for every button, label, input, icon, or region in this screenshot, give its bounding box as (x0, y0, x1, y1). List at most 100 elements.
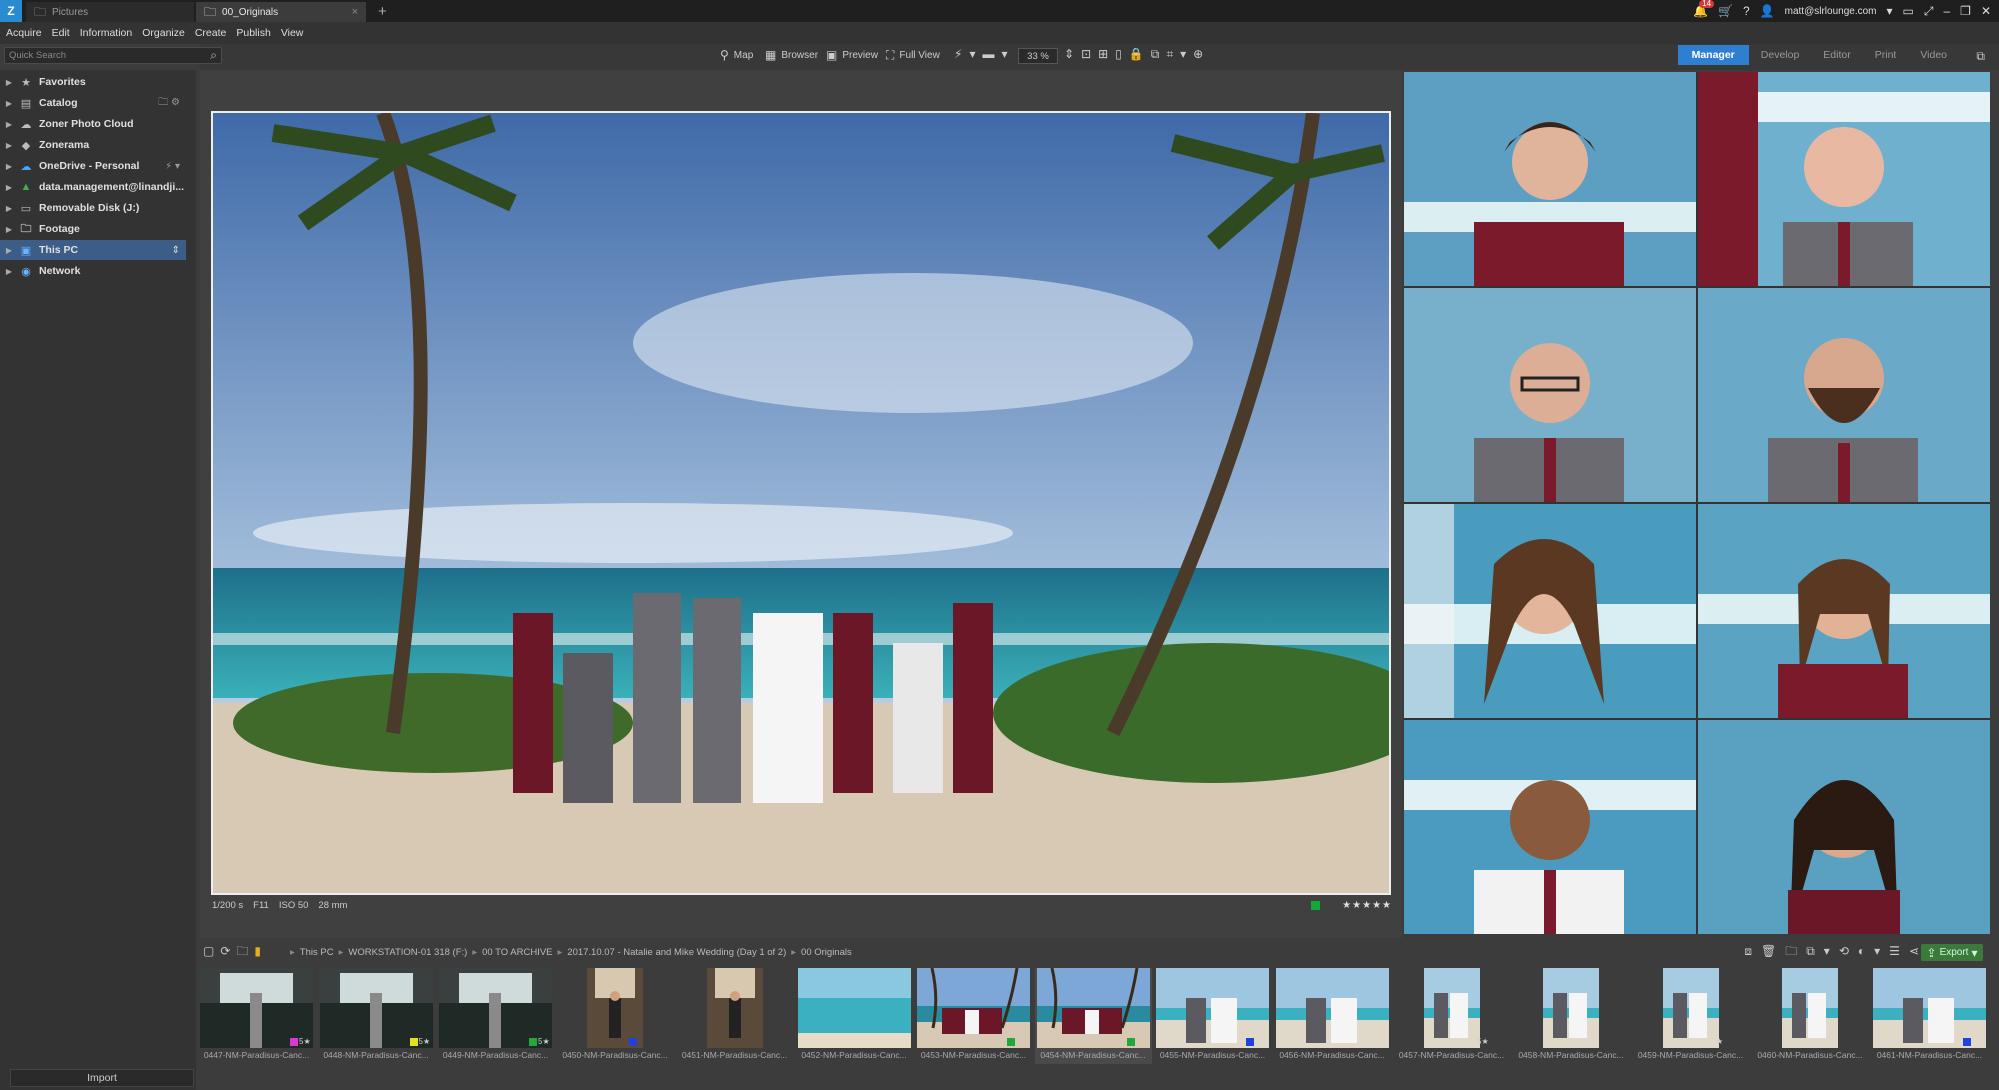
stepper-icon[interactable]: ⇕ (1064, 48, 1074, 60)
color-label[interactable] (409, 1038, 418, 1046)
filmstrip-thumbnail[interactable]: 0451-NM-Paradisus-Canc... (676, 968, 793, 1064)
sidebar-item-removable-disk[interactable]: ▶ ▭ Removable Disk (J:) (0, 198, 186, 218)
bookmark-icon[interactable]: ▮ (254, 945, 261, 957)
chevron-down-icon[interactable]: ▾ (1887, 5, 1893, 17)
sidebar-item-google-drive[interactable]: ▶ ▲ data.management@linandji... (0, 177, 186, 197)
sidebar-item-zoner-photo-cloud[interactable]: ▶ ☁ Zoner Photo Cloud (0, 114, 186, 134)
filmstrip-thumbnail[interactable]: 5★ 0457-NM-Paradisus-Canc... (1393, 968, 1510, 1064)
portrait-cell[interactable] (1698, 72, 1990, 286)
chevron-down-icon[interactable]: ▾ (1001, 48, 1007, 60)
flash-icon[interactable]: ⚡ (954, 48, 962, 60)
actual-size-icon[interactable]: ⊡ (1081, 48, 1091, 60)
star-rating[interactable]: 5★ (419, 1037, 431, 1046)
catalog-settings-icon[interactable]: 🗀 ⚙ (158, 95, 180, 112)
portrait-cell[interactable] (1698, 504, 1990, 718)
help-icon[interactable]: ? (1743, 5, 1750, 17)
mode-manager[interactable]: Manager (1677, 45, 1749, 65)
expand-icon[interactable]: ▶ (0, 162, 18, 171)
fit-icon[interactable]: ⊞ (1098, 48, 1108, 60)
breadcrumb-item[interactable]: 2017.10.07 - Natalie and Mike Wedding (D… (567, 947, 786, 958)
filmstrip-thumbnail[interactable]: 0458-NM-Paradisus-Canc... (1513, 968, 1630, 1064)
filmstrip-thumbnail[interactable]: 0460-NM-Paradisus-Canc... (1752, 968, 1869, 1064)
filmstrip-thumbnail[interactable]: 0450-NM-Paradisus-Canc... (557, 968, 674, 1064)
quick-search-input[interactable]: Quick Search ⌕ (4, 47, 222, 64)
mode-editor[interactable]: Editor (1811, 45, 1862, 65)
crop-icon[interactable]: ⌗ (1166, 48, 1173, 60)
mode-print[interactable]: Print (1863, 45, 1909, 65)
filter-icon[interactable]: ◐ (1858, 945, 1865, 957)
filmstrip-thumbnail[interactable]: 0455-NM-Paradisus-Canc... (1154, 968, 1271, 1064)
hdr-icon[interactable]: ▬ (982, 48, 994, 60)
sidebar-item-footage[interactable]: ▶ 🗀 Footage (0, 219, 186, 239)
filmstrip-thumbnail[interactable]: 0456-NM-Paradisus-Canc... (1274, 968, 1391, 1064)
folder-icon[interactable]: 🗀 (236, 945, 248, 957)
tab-pictures[interactable]: 🗀 Pictures (26, 2, 194, 22)
monitor-icon[interactable]: ▭ (1903, 5, 1914, 17)
expand-icon[interactable]: ▶ (0, 267, 18, 276)
copy-icon[interactable]: ⧉ (1806, 945, 1815, 957)
filmstrip-thumbnail[interactable]: 0453-NM-Paradisus-Canc... (915, 968, 1032, 1064)
gps-icon[interactable]: ⊕ (1193, 48, 1203, 60)
delete-icon[interactable]: 🗑 (1761, 945, 1776, 957)
portrait-cell[interactable] (1698, 288, 1990, 502)
preview-button[interactable]: ▣ Preview (826, 49, 878, 61)
breadcrumb-item[interactable]: WORKSTATION-01 318 (F:) (348, 947, 467, 958)
full-view-button[interactable]: ⛶ Full View (886, 49, 940, 61)
star-rating[interactable]: ★ (1716, 1037, 1723, 1046)
sidebar-item-catalog[interactable]: ▶ ▤ Catalog 🗀 ⚙ (0, 93, 186, 113)
sidebar-item-onedrive[interactable]: ▶ ☁ OneDrive - Personal ⚡ ▾ (0, 156, 186, 176)
expand-icon[interactable]: ▶ (0, 120, 18, 129)
filmstrip-thumbnail[interactable]: 5★ 0448-NM-Paradisus-Canc... (318, 968, 435, 1064)
menu-information[interactable]: Information (80, 27, 133, 39)
tab-originals[interactable]: 🗀 00_Originals × (196, 2, 366, 22)
user-icon[interactable]: 👤 (1760, 5, 1775, 17)
menu-view[interactable]: View (281, 27, 304, 39)
compare-icon[interactable]: ⧉ (1151, 48, 1160, 60)
chevron-down-icon[interactable]: ▾ (1874, 945, 1880, 957)
color-label[interactable] (1126, 1038, 1135, 1046)
expand-icon[interactable]: ▶ (0, 204, 18, 213)
expand-icon[interactable]: ▶ (0, 246, 18, 255)
expand-icon[interactable]: ▶ (0, 225, 18, 234)
restore-icon[interactable]: ❐ (1960, 5, 1971, 17)
menu-publish[interactable]: Publish (236, 27, 270, 39)
color-label[interactable] (628, 1038, 637, 1046)
list-view-icon[interactable]: ☰ (1889, 945, 1900, 957)
filmstrip-thumbnail[interactable]: 5★ 0447-NM-Paradisus-Canc... (198, 968, 315, 1064)
slideshow-icon[interactable]: ⧈ (1744, 945, 1752, 957)
chevron-down-icon[interactable]: ▾ (969, 48, 975, 60)
color-label[interactable] (1007, 1038, 1015, 1046)
sort-icon[interactable]: ⇕ (172, 245, 180, 256)
color-label[interactable] (290, 1038, 298, 1046)
portrait-cell[interactable] (1404, 720, 1696, 934)
popout-icon[interactable]: ⧉ (1976, 50, 1985, 62)
breadcrumb-item[interactable]: This PC (300, 947, 334, 958)
close-window-icon[interactable]: ✕ (1981, 5, 1991, 17)
filmstrip-thumbnail[interactable]: 0461-NM-Paradisus-Canc... (1871, 968, 1988, 1064)
portrait-cell[interactable] (1404, 72, 1696, 286)
rotate-icon[interactable]: ⟲ (1839, 945, 1849, 957)
map-button[interactable]: ⚲ Map (720, 49, 753, 61)
new-tab-button[interactable]: + (368, 3, 397, 20)
search-icon[interactable]: ⌕ (210, 49, 217, 61)
chevron-down-icon[interactable]: ▾ (1180, 48, 1186, 60)
select-icon[interactable]: ▢ (203, 945, 214, 957)
export-button[interactable]: ⇪ Export ▾ (1921, 944, 1983, 961)
star-rating[interactable]: 5★ (538, 1037, 550, 1046)
sync-icon[interactable]: ⚡ ▾ (165, 161, 180, 172)
share-icon[interactable]: ⋖ (1909, 945, 1919, 957)
sidebar-item-network[interactable]: ▶ ◉ Network (0, 261, 186, 281)
color-label[interactable] (1311, 900, 1321, 910)
import-button[interactable]: Import (10, 1069, 194, 1087)
close-tab-icon[interactable]: × (352, 6, 358, 18)
minimize-icon[interactable]: – (1943, 5, 1950, 17)
new-folder-icon[interactable]: 🗀 (1785, 945, 1797, 957)
star-rating[interactable]: ★★★★★ (1342, 900, 1392, 911)
refresh-icon[interactable]: ⟳ (220, 945, 230, 957)
main-photo[interactable] (211, 111, 1391, 895)
sidebar-item-zonerama[interactable]: ▶ ◆ Zonerama (0, 135, 186, 155)
fit-height-icon[interactable]: ▯ (1115, 48, 1122, 60)
filmstrip-thumbnail[interactable]: 0454-NM-Paradisus-Canc... (1034, 968, 1152, 1064)
breadcrumb-item[interactable]: 00 Originals (801, 947, 852, 958)
menu-edit[interactable]: Edit (52, 27, 70, 39)
